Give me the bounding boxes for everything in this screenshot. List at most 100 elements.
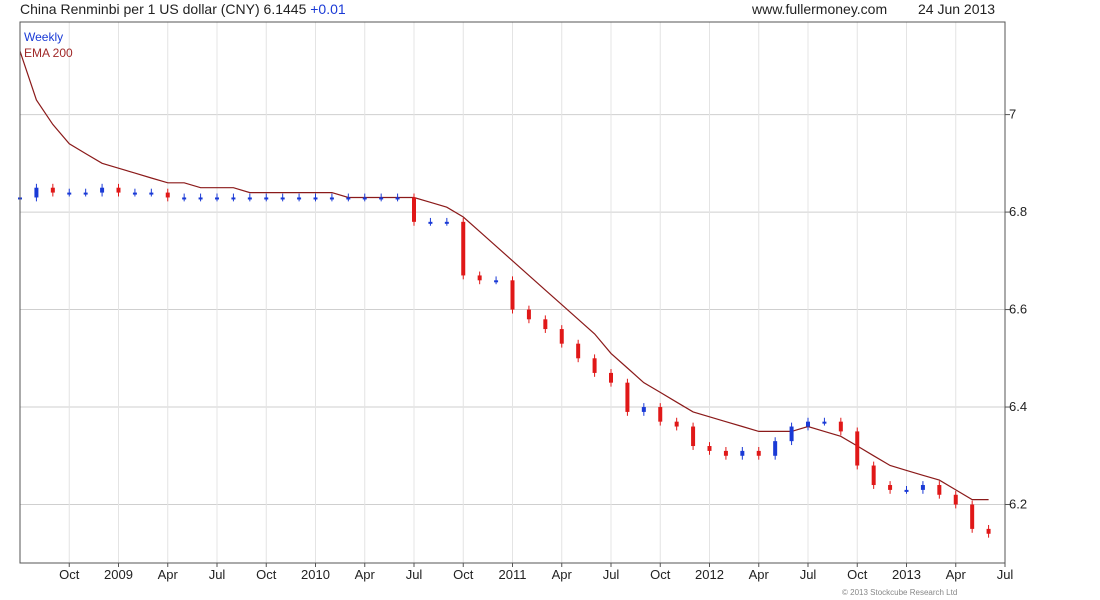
x-tick-label: Jul	[800, 567, 817, 582]
candle	[707, 442, 712, 455]
candle-body	[855, 431, 860, 466]
candle-body	[986, 528, 991, 534]
x-tick-label: 2010	[301, 567, 330, 582]
x-tick-label: Apr	[158, 567, 179, 582]
candle	[379, 193, 384, 202]
candle-body	[34, 187, 39, 198]
candle-body	[83, 192, 88, 195]
candle-body	[395, 197, 400, 200]
candle	[428, 217, 433, 226]
y-tick-label: 7	[1009, 107, 1016, 122]
candle-body	[592, 358, 597, 373]
candle	[871, 461, 876, 489]
candle	[740, 447, 745, 460]
candle	[723, 447, 728, 460]
candle-body	[789, 426, 794, 442]
ema-layer	[19, 51, 989, 501]
candle-body	[543, 319, 548, 330]
candle	[494, 276, 499, 285]
candle	[132, 188, 137, 197]
candle-body	[871, 465, 876, 486]
candle-body	[559, 329, 564, 344]
candle	[461, 217, 466, 280]
candle-body	[920, 485, 925, 490]
candle	[34, 183, 39, 202]
candle	[822, 417, 827, 426]
candle	[329, 193, 334, 202]
candle	[280, 193, 285, 202]
y-tick-label: 6.2	[1009, 497, 1027, 512]
copyright-note: © 2013 Stockcube Research Ltd	[842, 588, 958, 597]
candle	[444, 217, 449, 226]
candle	[526, 305, 531, 324]
candle-body	[231, 197, 236, 200]
candle-body	[838, 421, 843, 432]
candle	[625, 378, 630, 416]
candle-body	[116, 187, 121, 193]
x-tick-label: Oct	[256, 567, 277, 582]
candle-body	[510, 280, 515, 310]
candle	[658, 403, 663, 426]
candle-body	[937, 485, 942, 495]
x-tick-label: Apr	[552, 567, 573, 582]
candle-body	[247, 197, 252, 200]
candle	[904, 485, 909, 494]
candle-body	[888, 485, 893, 490]
candle	[806, 417, 810, 431]
x-tick-label: Oct	[650, 567, 671, 582]
candle	[297, 193, 302, 202]
candle	[510, 276, 515, 314]
x-tick-label: Oct	[453, 567, 474, 582]
candle-body	[609, 372, 613, 383]
y-axis: 6.2 6.4 6.6 6.8 7	[1005, 107, 1027, 512]
candle	[543, 315, 548, 333]
candle	[838, 417, 843, 436]
candle-body	[428, 221, 433, 224]
price-chart: 6.2 6.4 6.6 6.8 7 Oct 2009 Apr Jul Oct 2010 Apr Jul…	[18, 21, 1027, 582]
y-tick-label: 6.6	[1009, 302, 1027, 317]
candle	[362, 193, 367, 202]
candle-body	[970, 504, 975, 529]
x-tick-label: 2012	[695, 567, 724, 582]
candle	[395, 193, 400, 202]
legend-weekly: Weekly	[24, 30, 64, 44]
candle	[609, 369, 613, 387]
candle-body	[691, 426, 696, 447]
candle	[674, 417, 679, 431]
candle-body	[67, 192, 72, 195]
candle	[346, 193, 351, 202]
candle	[559, 325, 564, 348]
x-tick-label: Apr	[946, 567, 967, 582]
candle	[100, 183, 105, 197]
x-tick-label: Jul	[209, 567, 226, 582]
candle-body	[280, 197, 285, 200]
candle	[313, 193, 318, 202]
candle	[789, 422, 794, 446]
candle-body	[723, 450, 728, 456]
x-tick-label: Apr	[749, 567, 770, 582]
candle-body	[526, 309, 531, 320]
candle-body	[297, 197, 302, 200]
x-tick-label: Oct	[59, 567, 80, 582]
candle	[247, 193, 252, 202]
candle	[855, 427, 860, 470]
candle	[691, 422, 696, 450]
candle-body	[264, 197, 269, 200]
candle-body	[658, 407, 663, 422]
candle	[231, 193, 236, 202]
candle	[215, 193, 219, 202]
candle	[165, 188, 170, 202]
ema-line	[19, 51, 989, 501]
candle	[182, 193, 187, 202]
candle-body	[444, 221, 449, 224]
candle-body	[461, 221, 466, 276]
x-tick-label: 2009	[104, 567, 133, 582]
x-tick-label: Jul	[997, 567, 1014, 582]
candle-body	[313, 197, 318, 200]
candle-body	[346, 197, 351, 200]
candle-body	[198, 197, 203, 200]
candles-layer	[18, 183, 991, 538]
candle	[888, 481, 893, 494]
candle-body	[756, 450, 761, 456]
candle	[576, 339, 581, 363]
